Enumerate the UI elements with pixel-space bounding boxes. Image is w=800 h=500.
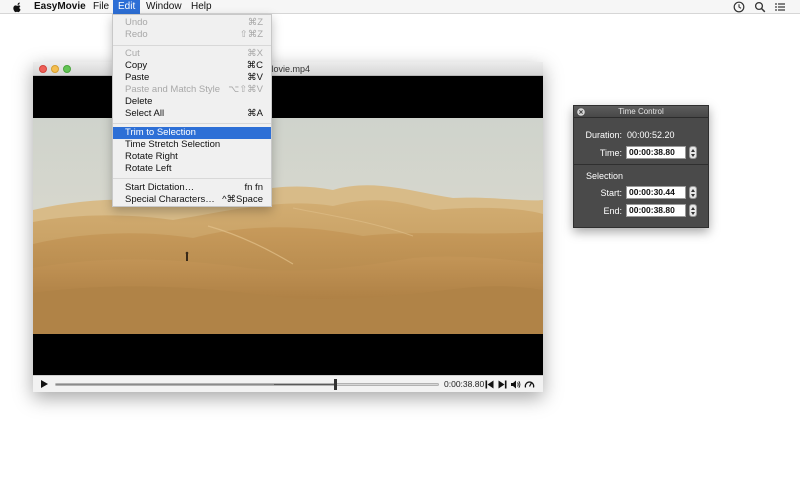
menu-bar: EasyMovie File Edit Window Help bbox=[0, 0, 800, 14]
menu-item-shortcut: fn fn bbox=[244, 182, 264, 193]
menu-item-copy[interactable]: Copy ⌘C bbox=[113, 60, 271, 72]
end-field[interactable]: 00:00:38.80 bbox=[626, 204, 686, 217]
panel-title: Time Control bbox=[618, 107, 664, 116]
video-frame[interactable] bbox=[33, 118, 543, 334]
menu-item-label: Copy bbox=[125, 60, 148, 71]
start-stepper[interactable] bbox=[689, 186, 697, 199]
menu-edit[interactable]: Edit bbox=[113, 0, 141, 14]
menu-item-label: Redo bbox=[125, 29, 148, 40]
menu-item-select-all[interactable]: Select All ⌘A bbox=[113, 108, 271, 120]
menu-item-trim-to-selection[interactable]: Trim to Selection bbox=[113, 127, 271, 139]
menu-item-shortcut: ⌘C bbox=[246, 60, 263, 71]
menu-item-shortcut: ⇧⌘Z bbox=[239, 29, 263, 40]
scrubber-selection bbox=[273, 384, 335, 385]
play-icon[interactable] bbox=[41, 380, 48, 388]
menu-item-label: Paste bbox=[125, 72, 150, 83]
menu-item-label: Time Stretch Selection bbox=[125, 139, 221, 150]
time-control-panel: Time Control Duration: 00:00:52.20 Time:… bbox=[573, 105, 709, 228]
apple-icon[interactable] bbox=[10, 0, 24, 14]
volume-icon[interactable] bbox=[510, 379, 521, 390]
scrubber-playhead[interactable] bbox=[334, 379, 338, 390]
selection-heading: Selection bbox=[586, 171, 624, 181]
menu-item-label: Undo bbox=[125, 17, 148, 28]
menu-item-label: Delete bbox=[125, 96, 153, 107]
movie-window: Movie.mp4 0:00:38.80 bbox=[33, 62, 543, 392]
list-icon[interactable] bbox=[774, 1, 786, 13]
menu-item-start-dictation[interactable]: Start Dictation… fn fn bbox=[113, 182, 271, 194]
current-time: 0:00:38.80 bbox=[444, 379, 485, 389]
window-titlebar[interactable]: Movie.mp4 bbox=[33, 62, 543, 76]
menu-item-label: Paste and Match Style bbox=[125, 84, 221, 95]
menu-item-label: Select All bbox=[125, 108, 165, 119]
edit-menu-dropdown: Undo ⌘Z Redo ⇧⌘Z Cut ⌘X Copy ⌘C Paste ⌘V Past… bbox=[112, 14, 272, 207]
time-field[interactable]: 00:00:38.80 bbox=[626, 146, 686, 159]
time-label: Time: bbox=[599, 148, 622, 158]
duration-value: 00:00:52.20 bbox=[627, 130, 675, 140]
search-icon[interactable] bbox=[754, 1, 766, 13]
menu-window[interactable]: Window bbox=[141, 0, 187, 14]
menu-item-time-stretch-selection[interactable]: Time Stretch Selection bbox=[113, 139, 271, 151]
menu-help[interactable]: Help bbox=[186, 0, 217, 14]
panel-titlebar[interactable]: Time Control bbox=[574, 106, 708, 118]
panel-divider bbox=[574, 164, 708, 165]
menu-item-special-characters[interactable]: Special Characters… ^⌘Space bbox=[113, 194, 271, 206]
menu-item-shortcut: ⌘A bbox=[247, 108, 263, 119]
menu-item-shortcut: ⌘X bbox=[247, 48, 263, 59]
menu-item-delete[interactable]: Delete bbox=[113, 96, 271, 108]
person-figure bbox=[185, 251, 189, 261]
menu-item-label: Rotate Right bbox=[125, 151, 178, 162]
menu-item-shortcut: ⌘V bbox=[247, 72, 263, 83]
menu-separator bbox=[113, 45, 271, 46]
menu-item-shortcut: ^⌘Space bbox=[222, 194, 263, 205]
menu-item-undo[interactable]: Undo ⌘Z bbox=[113, 17, 271, 29]
menu-item-cut[interactable]: Cut ⌘X bbox=[113, 48, 271, 60]
menu-item-label: Cut bbox=[125, 48, 140, 59]
close-icon[interactable] bbox=[577, 108, 585, 116]
end-stepper[interactable] bbox=[689, 204, 697, 217]
app-menu[interactable]: EasyMovie bbox=[29, 0, 91, 14]
menu-item-shortcut: ⌘Z bbox=[247, 17, 263, 28]
start-label: Start: bbox=[600, 188, 622, 198]
time-stepper[interactable] bbox=[689, 146, 697, 159]
menu-separator bbox=[113, 178, 271, 179]
window-title: Movie.mp4 bbox=[265, 64, 310, 74]
menu-item-paste[interactable]: Paste ⌘V bbox=[113, 72, 271, 84]
next-icon[interactable] bbox=[497, 379, 508, 390]
menu-item-rotate-left[interactable]: Rotate Left bbox=[113, 163, 271, 175]
menu-file[interactable]: File bbox=[88, 0, 114, 14]
menu-item-label: Special Characters… bbox=[125, 194, 215, 205]
speed-icon[interactable] bbox=[524, 379, 535, 390]
menu-item-label: Trim to Selection bbox=[125, 127, 196, 138]
playback-controls: 0:00:38.80 bbox=[33, 375, 543, 392]
menu-item-paste-match-style[interactable]: Paste and Match Style ⌥⇧⌘V bbox=[113, 84, 271, 96]
menu-item-label: Rotate Left bbox=[125, 163, 172, 174]
menu-item-label: Start Dictation… bbox=[125, 182, 195, 193]
menu-item-rotate-right[interactable]: Rotate Right bbox=[113, 151, 271, 163]
menu-item-shortcut: ⌥⇧⌘V bbox=[228, 84, 263, 95]
scrubber-track[interactable] bbox=[55, 383, 439, 386]
start-field[interactable]: 00:00:30.44 bbox=[626, 186, 686, 199]
menu-item-redo[interactable]: Redo ⇧⌘Z bbox=[113, 29, 271, 41]
previous-icon[interactable] bbox=[484, 379, 495, 390]
clock-icon[interactable] bbox=[733, 1, 745, 13]
end-label: End: bbox=[603, 206, 622, 216]
menu-separator bbox=[113, 123, 271, 124]
duration-label: Duration: bbox=[585, 130, 622, 140]
